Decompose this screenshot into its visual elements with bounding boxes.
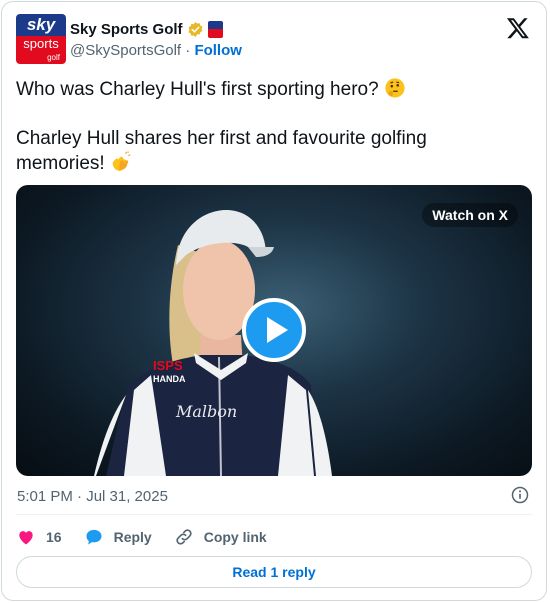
shirt-sponsor-2: HANDA [153,374,186,384]
read-replies-button[interactable]: Read 1 reply [16,556,532,588]
action-bar: 16 Reply Copy link [16,526,289,548]
affiliate-badge-icon [207,20,223,38]
reply-label: Reply [113,529,152,545]
copy-link-button[interactable]: Copy link [174,527,267,547]
timestamp[interactable]: 5:01 PM · Jul 31, 2025 [17,488,168,505]
avatar-golf-text: golf [16,52,66,64]
reply-button[interactable]: Reply [84,527,152,547]
display-name[interactable]: Sky Sports Golf [70,21,183,38]
tweet-line-1: Who was Charley Hull's first sporting he… [16,77,516,102]
separator: · [185,42,191,59]
tweet-line-2: Charley Hull shares her first and favour… [16,127,516,176]
info-icon[interactable] [510,485,530,505]
avatar-sky-text: sky [16,14,66,36]
likes-count: 16 [46,529,62,545]
watch-on-x-label[interactable]: Watch on X [422,203,518,227]
tweet-card: sky sports golf Sky Sports Golf @SkySpor… [1,1,547,601]
shirt-brand: Malbon [175,402,237,421]
shirt-sponsor-1: ISPS [153,358,183,373]
x-logo-icon[interactable] [506,16,530,40]
link-icon [176,529,192,545]
tweet-text: Who was Charley Hull's first sporting he… [16,77,516,176]
account-name-row: Sky Sports Golf [70,19,223,39]
divider [16,514,532,515]
avatar-sports-text: sports [16,36,66,52]
follow-link[interactable]: Follow [194,42,242,59]
video-player[interactable]: ISPS HANDA Malbon Watch on X [16,185,532,476]
thinking-face-icon [385,78,405,98]
clapping-hands-icon [112,151,131,172]
verified-badge-icon [188,21,202,37]
like-button[interactable]: 16 [16,527,62,547]
handle-row: @SkySportsGolf · Follow [70,42,242,59]
handle[interactable]: @SkySportsGolf [70,42,181,59]
tweet-line-2-text: Charley Hull shares her first and favour… [16,128,427,174]
heart-icon [19,531,33,545]
avatar[interactable]: sky sports golf [16,14,66,64]
play-icon[interactable] [242,298,306,362]
tweet-line-1-text: Who was Charley Hull's first sporting he… [16,79,379,100]
reply-bubble-icon [86,529,102,545]
copy-link-label: Copy link [203,529,267,545]
